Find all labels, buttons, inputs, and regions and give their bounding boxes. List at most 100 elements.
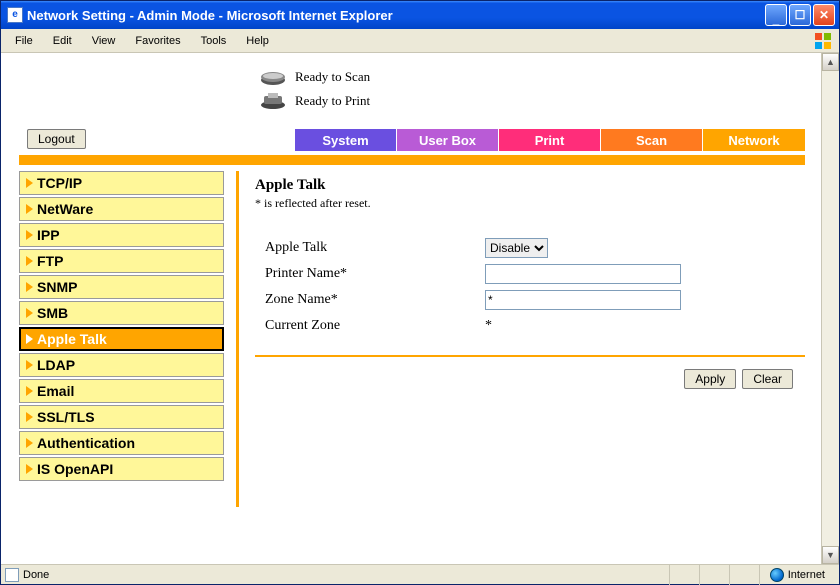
menu-edit[interactable]: Edit xyxy=(43,32,82,50)
triangle-icon xyxy=(26,256,33,266)
status-text: Done xyxy=(23,569,49,581)
label-appletalk: Apple Talk xyxy=(265,240,485,256)
sidebar-item-authentication[interactable]: Authentication xyxy=(19,431,224,455)
menu-file[interactable]: File xyxy=(5,32,43,50)
status-cell xyxy=(729,565,759,585)
panel-actions: Apply Clear xyxy=(255,369,805,389)
row-current-zone: Current Zone * xyxy=(255,313,805,339)
triangle-icon xyxy=(26,282,33,292)
sidebar-item-ssl-tls[interactable]: SSL/TLS xyxy=(19,405,224,429)
close-button[interactable]: ✕ xyxy=(813,4,835,26)
sidebar-item-is-openapi[interactable]: IS OpenAPI xyxy=(19,457,224,481)
sidebar: TCP/IP NetWare IPP FTP SNMP SMB Apple Talk LDAP… xyxy=(19,171,239,507)
sidebar-item-ftp[interactable]: FTP xyxy=(19,249,224,273)
minimize-button[interactable]: _ xyxy=(765,4,787,26)
clear-button[interactable]: Clear xyxy=(742,369,793,389)
topbar: Logout System User Box Print Scan Networ… xyxy=(19,129,805,151)
window-buttons: _ ☐ ✕ xyxy=(765,4,835,26)
menu-view[interactable]: View xyxy=(82,32,126,50)
scanner-icon xyxy=(259,68,287,86)
panel-note: * is reflected after reset. xyxy=(255,196,805,211)
tab-print[interactable]: Print xyxy=(499,129,601,151)
label-printer-name: Printer Name* xyxy=(265,266,485,282)
row-zone-name: Zone Name* xyxy=(255,287,805,313)
triangle-icon xyxy=(26,360,33,370)
tab-scan[interactable]: Scan xyxy=(601,129,703,151)
scroll-track[interactable] xyxy=(822,71,839,546)
sidebar-item-label: SNMP xyxy=(37,279,77,295)
titlebar: e Network Setting - Admin Mode - Microso… xyxy=(1,1,839,29)
viewport: Ready to Scan Ready to Print Logout Syst… xyxy=(1,53,839,564)
sidebar-item-apple-talk[interactable]: Apple Talk xyxy=(19,327,224,351)
tab-system[interactable]: System xyxy=(295,129,397,151)
statusbar: Done Internet xyxy=(1,564,839,584)
label-zone-name: Zone Name* xyxy=(265,292,485,308)
tab-network[interactable]: Network xyxy=(703,129,805,151)
sidebar-item-label: IS OpenAPI xyxy=(37,461,113,477)
input-zone-name[interactable] xyxy=(485,290,681,310)
triangle-icon xyxy=(26,178,33,188)
triangle-icon xyxy=(26,438,33,448)
status-zone-cell: Internet xyxy=(759,565,835,585)
menu-tools[interactable]: Tools xyxy=(191,32,237,50)
windows-flag-icon xyxy=(811,29,835,53)
sidebar-item-label: NetWare xyxy=(37,201,93,217)
menu-favorites[interactable]: Favorites xyxy=(125,32,190,50)
menu-help[interactable]: Help xyxy=(236,32,279,50)
sidebar-item-label: Authentication xyxy=(37,435,135,451)
label-current-zone: Current Zone xyxy=(265,318,485,334)
menubar: File Edit View Favorites Tools Help xyxy=(1,29,839,53)
printer-icon xyxy=(259,92,287,110)
sidebar-item-netware[interactable]: NetWare xyxy=(19,197,224,221)
sidebar-item-label: IPP xyxy=(37,227,60,243)
sidebar-item-label: Email xyxy=(37,383,74,399)
device-status: Ready to Scan Ready to Print xyxy=(259,65,805,113)
sidebar-item-email[interactable]: Email xyxy=(19,379,224,403)
window-title: Network Setting - Admin Mode - Microsoft… xyxy=(27,8,393,23)
status-print-row: Ready to Print xyxy=(259,89,805,113)
ie-window: e Network Setting - Admin Mode - Microso… xyxy=(0,0,840,585)
page-icon xyxy=(5,568,19,582)
tab-userbox[interactable]: User Box xyxy=(397,129,499,151)
sidebar-item-ldap[interactable]: LDAP xyxy=(19,353,224,377)
sidebar-item-label: FTP xyxy=(37,253,63,269)
logout-button[interactable]: Logout xyxy=(27,129,86,149)
panel-heading: Apple Talk xyxy=(255,177,805,194)
vertical-scrollbar[interactable]: ▲ ▼ xyxy=(821,53,839,564)
status-print-text: Ready to Print xyxy=(295,93,370,109)
triangle-icon xyxy=(26,204,33,214)
scroll-up-icon[interactable]: ▲ xyxy=(822,53,839,71)
status-scan-row: Ready to Scan xyxy=(259,65,805,89)
globe-icon xyxy=(770,568,784,582)
sidebar-item-ipp[interactable]: IPP xyxy=(19,223,224,247)
triangle-icon xyxy=(26,334,33,344)
triangle-icon xyxy=(26,464,33,474)
sidebar-item-label: LDAP xyxy=(37,357,75,373)
main-panel: Apple Talk * is reflected after reset. A… xyxy=(239,171,805,389)
maximize-button[interactable]: ☐ xyxy=(789,4,811,26)
status-cell xyxy=(669,565,699,585)
columns: TCP/IP NetWare IPP FTP SNMP SMB Apple Talk LDAP… xyxy=(19,171,805,507)
row-printer-name: Printer Name* xyxy=(255,261,805,287)
sidebar-item-tcp-ip[interactable]: TCP/IP xyxy=(19,171,224,195)
panel-separator xyxy=(255,355,805,357)
triangle-icon xyxy=(26,308,33,318)
triangle-icon xyxy=(26,412,33,422)
sidebar-item-label: TCP/IP xyxy=(37,175,82,191)
scroll-down-icon[interactable]: ▼ xyxy=(822,546,839,564)
sidebar-item-label: SMB xyxy=(37,305,68,321)
status-scan-text: Ready to Scan xyxy=(295,69,370,85)
sidebar-item-label: Apple Talk xyxy=(37,331,107,347)
select-appletalk[interactable]: Disable xyxy=(485,238,548,258)
sidebar-item-smb[interactable]: SMB xyxy=(19,301,224,325)
sidebar-item-snmp[interactable]: SNMP xyxy=(19,275,224,299)
status-zone-text: Internet xyxy=(788,569,825,581)
ie-app-icon: e xyxy=(7,7,23,23)
row-appletalk: Apple Talk Disable xyxy=(255,235,805,261)
apply-button[interactable]: Apply xyxy=(684,369,736,389)
status-cell xyxy=(699,565,729,585)
value-current-zone: * xyxy=(485,318,492,334)
input-printer-name[interactable] xyxy=(485,264,681,284)
separator-bar xyxy=(19,155,805,165)
triangle-icon xyxy=(26,230,33,240)
